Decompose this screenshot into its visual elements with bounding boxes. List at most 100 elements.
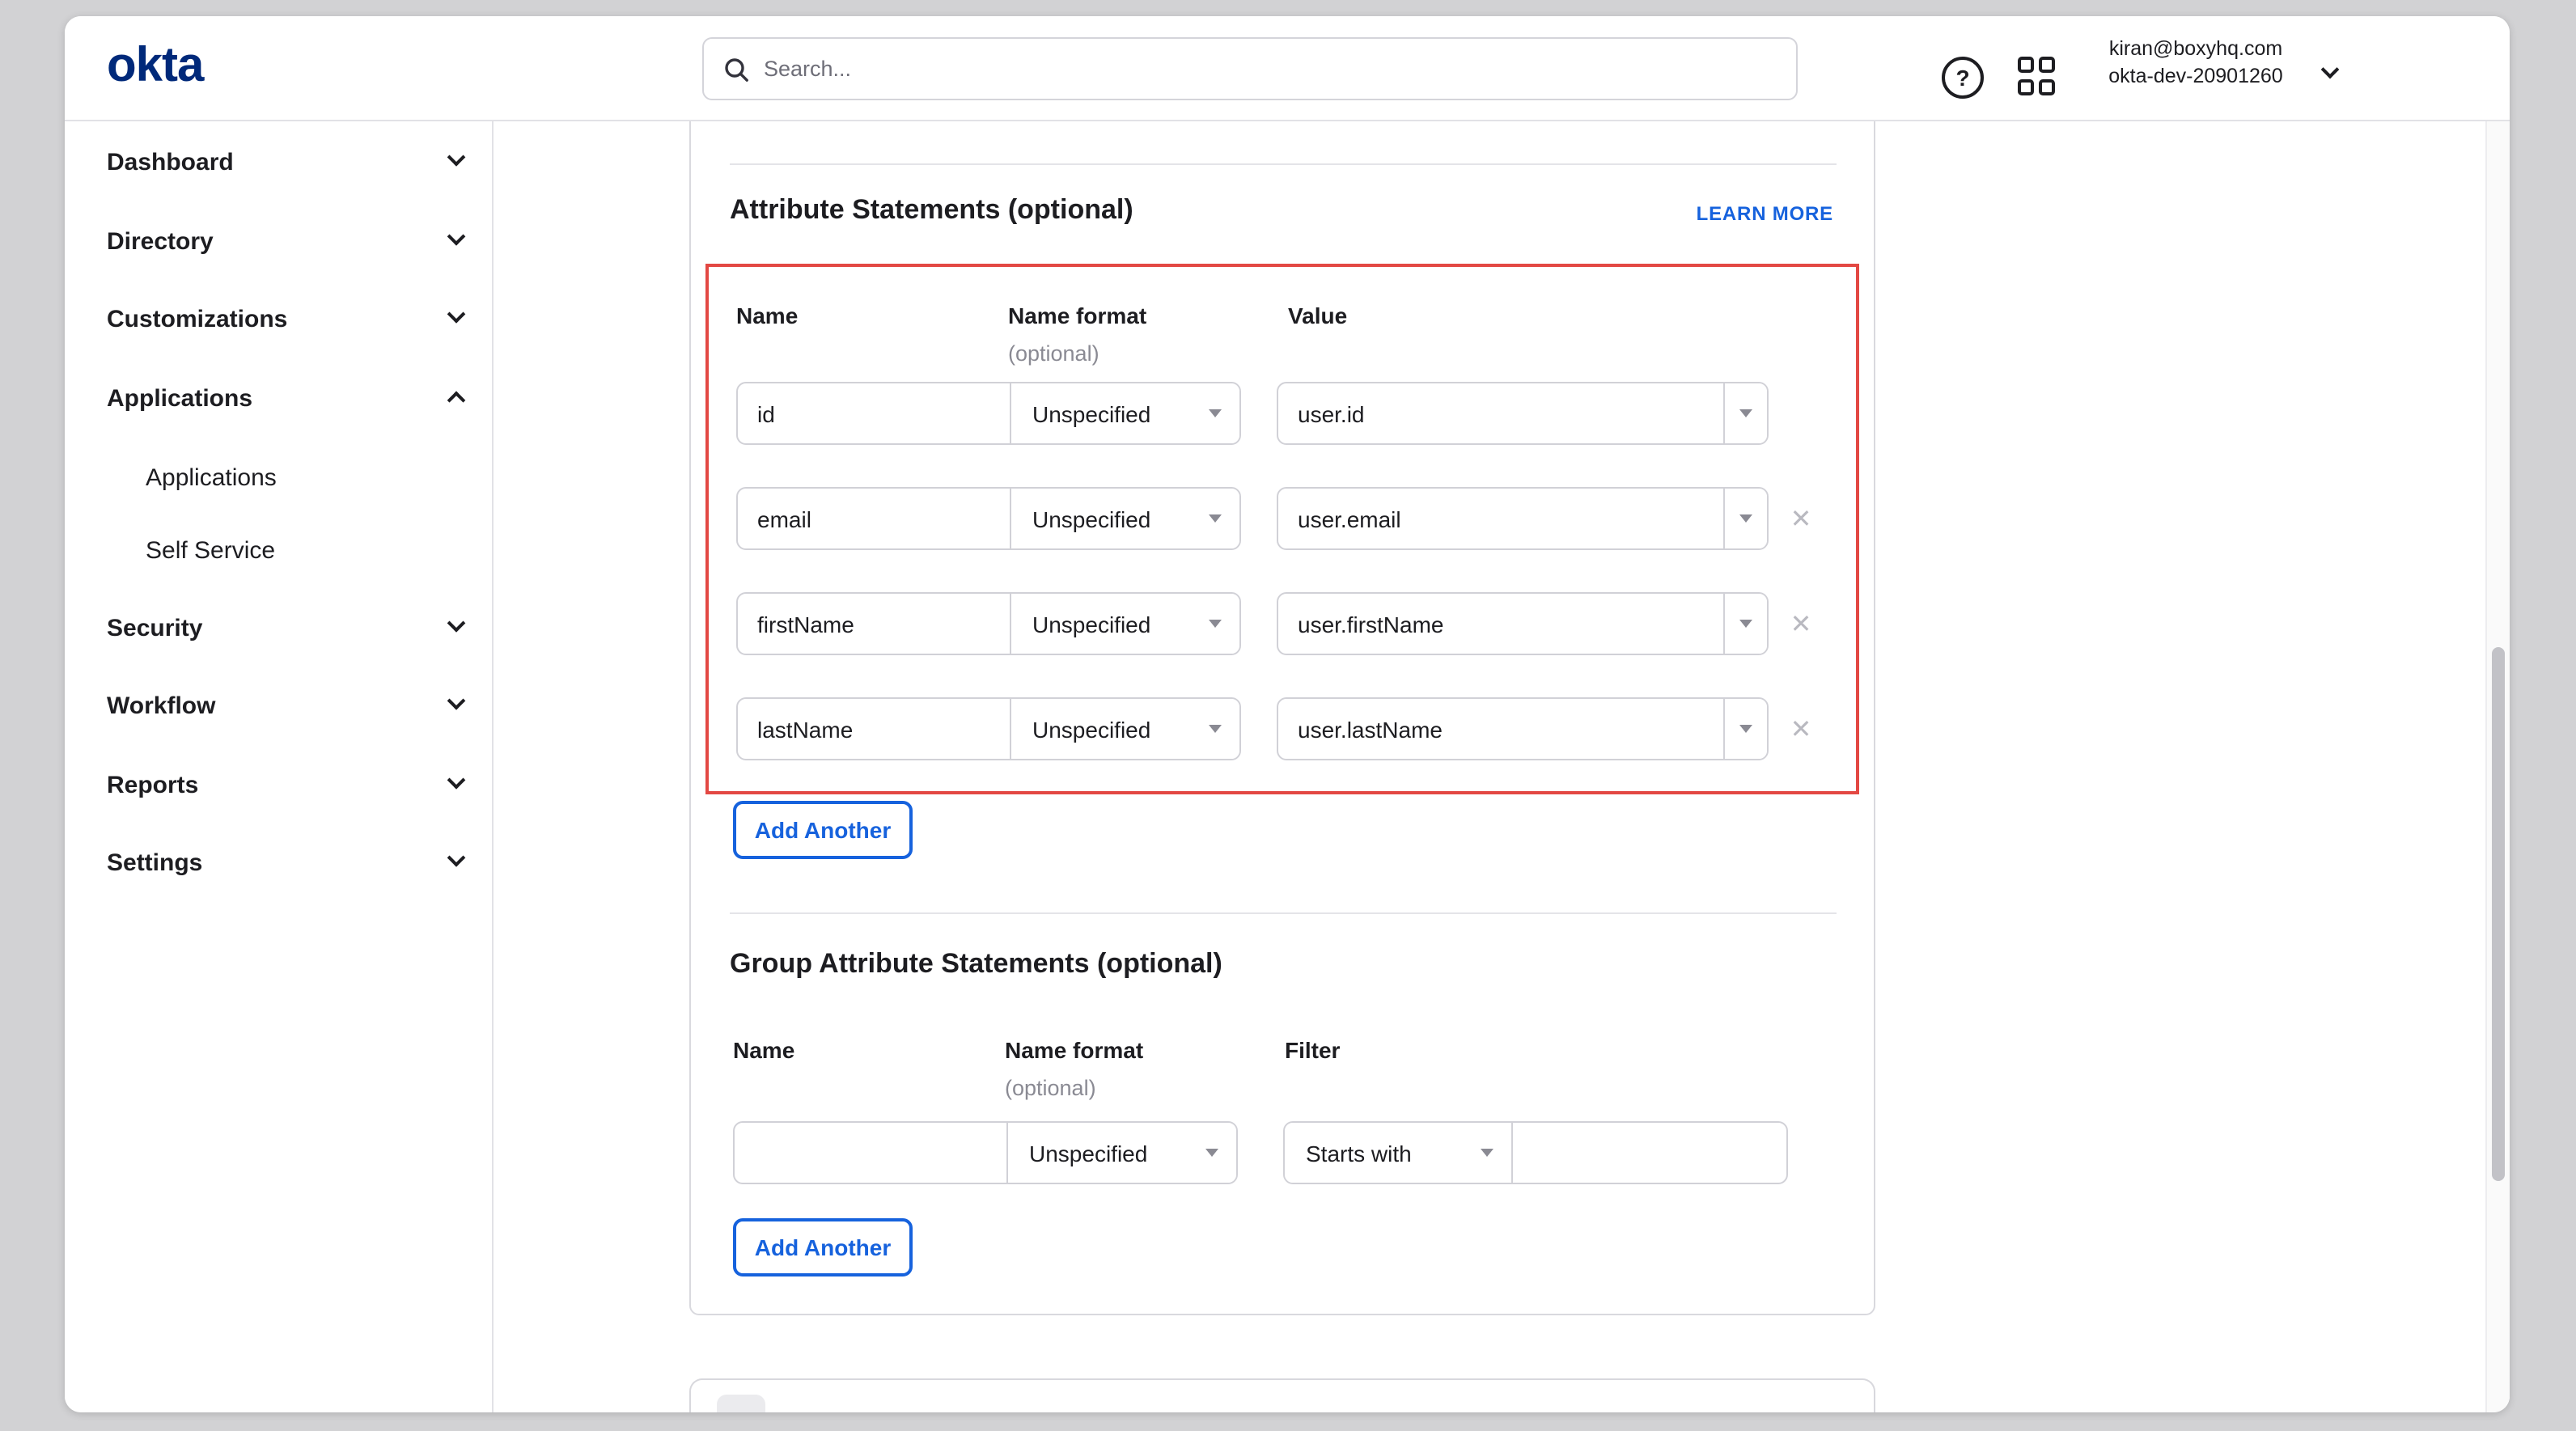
attribute-row: Unspecified ✕ [736, 697, 1833, 760]
sidebar-nav: Dashboard Directory Customizations Appli… [65, 121, 494, 1412]
top-bar: okta ? kiran@boxyhq.com okta-dev-2090126… [65, 16, 2510, 121]
attr-value-input[interactable] [1278, 699, 1723, 759]
chevron-down-icon[interactable] [2321, 61, 2340, 79]
admin-console-window: okta ? kiran@boxyhq.com okta-dev-2090126… [65, 16, 2510, 1412]
global-search[interactable] [702, 37, 1798, 100]
sidebar-subitem-self-service[interactable]: Self Service [146, 526, 463, 574]
attribute-statements-highlight-box: Name Name format (optional) Value Unspec… [705, 264, 1859, 794]
column-header-name-format: Name format [1005, 1037, 1143, 1063]
column-header-name: Name [736, 303, 798, 328]
app-switcher-icon[interactable] [2018, 57, 2057, 95]
next-section-card [689, 1378, 1875, 1412]
caret-down-icon [1205, 1149, 1218, 1157]
section-icon-placeholder [717, 1395, 765, 1412]
filter-value-input[interactable] [1513, 1123, 1786, 1183]
group-attribute-statements-title: Group Attribute Statements (optional) [730, 948, 1222, 980]
chevron-down-icon [447, 148, 466, 167]
group-attribute-row: Unspecified Starts with [733, 1121, 1788, 1184]
column-header-name: Name [733, 1037, 794, 1063]
value-combobox [1277, 487, 1769, 550]
sidebar-item-workflow[interactable]: Workflow [107, 681, 463, 730]
filter-pill: Starts with [1283, 1121, 1788, 1184]
sidebar-item-security[interactable]: Security [107, 603, 463, 652]
column-note-optional: (optional) [1005, 1076, 1096, 1100]
name-and-format-pill: Unspecified [736, 697, 1241, 760]
name-format-select[interactable]: Unspecified [1010, 383, 1239, 443]
chevron-down-icon [447, 692, 466, 710]
column-header-name-format: Name format [1008, 303, 1146, 328]
name-format-select[interactable]: Unspecified [1006, 1123, 1236, 1183]
attr-name-input[interactable] [738, 489, 1010, 548]
name-and-format-pill: Unspecified [736, 487, 1241, 550]
remove-row-button[interactable]: ✕ [1769, 502, 1833, 535]
sidebar-item-applications[interactable]: Applications [107, 374, 463, 422]
chevron-down-icon [447, 614, 466, 633]
remove-row-button[interactable]: ✕ [1769, 713, 1833, 745]
value-combobox [1277, 697, 1769, 760]
value-dropdown-button[interactable] [1723, 699, 1767, 759]
attribute-row: Unspecified ✕ [736, 487, 1833, 550]
sidebar-item-dashboard[interactable]: Dashboard [107, 138, 463, 186]
saml-settings-card: Attribute Statements (optional) LEARN MO… [689, 121, 1875, 1315]
sidebar-item-customizations[interactable]: Customizations [107, 294, 463, 343]
attr-name-input[interactable] [738, 383, 1010, 443]
value-dropdown-button[interactable] [1723, 489, 1767, 548]
caret-down-icon [1739, 725, 1752, 733]
caret-down-icon [1209, 725, 1222, 733]
sidebar-subitem-applications[interactable]: Applications [146, 453, 463, 502]
user-org: okta-dev-20901260 [2091, 63, 2301, 91]
search-input[interactable] [764, 57, 1777, 81]
attribute-row: Unspecified [736, 382, 1769, 445]
okta-logo: okta [107, 39, 203, 94]
group-name-input[interactable] [735, 1123, 1006, 1183]
scrollbar-track[interactable] [2485, 121, 2510, 1412]
filter-type-select[interactable]: Starts with [1285, 1123, 1513, 1183]
attribute-row: Unspecified ✕ [736, 592, 1833, 655]
section-divider [730, 163, 1837, 165]
name-format-select[interactable]: Unspecified [1010, 489, 1239, 548]
caret-down-icon [1209, 514, 1222, 523]
attr-value-input[interactable] [1278, 489, 1723, 548]
caret-down-icon [1739, 409, 1752, 417]
name-and-format-pill: Unspecified [736, 382, 1241, 445]
value-dropdown-button[interactable] [1723, 383, 1767, 443]
column-note-optional: (optional) [1008, 341, 1099, 366]
attr-name-input[interactable] [738, 594, 1010, 654]
help-icon[interactable]: ? [1942, 57, 1984, 99]
chevron-down-icon [447, 227, 466, 246]
chevron-down-icon [447, 771, 466, 790]
column-header-value: Value [1288, 303, 1347, 328]
attr-value-input[interactable] [1278, 383, 1723, 443]
caret-down-icon [1739, 620, 1752, 628]
sidebar-item-directory[interactable]: Directory [107, 217, 463, 265]
add-another-group-attribute-button[interactable]: Add Another [733, 1218, 913, 1276]
attribute-statements-title: Attribute Statements (optional) [730, 194, 1133, 227]
caret-down-icon [1481, 1149, 1493, 1157]
scrollbar-thumb[interactable] [2492, 647, 2505, 1181]
remove-row-button[interactable]: ✕ [1769, 608, 1833, 640]
user-email: kiran@boxyhq.com [2091, 36, 2301, 63]
name-format-select[interactable]: Unspecified [1010, 594, 1239, 654]
caret-down-icon [1209, 620, 1222, 628]
okta-admin-page: okta ? kiran@boxyhq.com okta-dev-2090126… [0, 0, 2576, 1431]
sidebar-item-settings[interactable]: Settings [107, 838, 463, 887]
chevron-up-icon [447, 392, 466, 410]
value-dropdown-button[interactable] [1723, 594, 1767, 654]
section-divider [730, 912, 1837, 914]
column-header-filter: Filter [1285, 1037, 1340, 1063]
name-and-format-pill: Unspecified [733, 1121, 1238, 1184]
name-format-select[interactable]: Unspecified [1010, 699, 1239, 759]
learn-more-link[interactable]: LEARN MORE [1697, 202, 1833, 225]
value-combobox [1277, 382, 1769, 445]
value-combobox [1277, 592, 1769, 655]
chevron-down-icon [447, 849, 466, 867]
sidebar-item-reports[interactable]: Reports [107, 760, 463, 809]
add-another-attribute-button[interactable]: Add Another [733, 801, 913, 859]
user-menu[interactable]: kiran@boxyhq.com okta-dev-20901260 [2091, 36, 2301, 91]
chevron-down-icon [447, 305, 466, 324]
attr-name-input[interactable] [738, 699, 1010, 759]
caret-down-icon [1209, 409, 1222, 417]
search-icon [723, 56, 749, 82]
main-content: Attribute Statements (optional) LEARN MO… [494, 121, 2510, 1412]
attr-value-input[interactable] [1278, 594, 1723, 654]
